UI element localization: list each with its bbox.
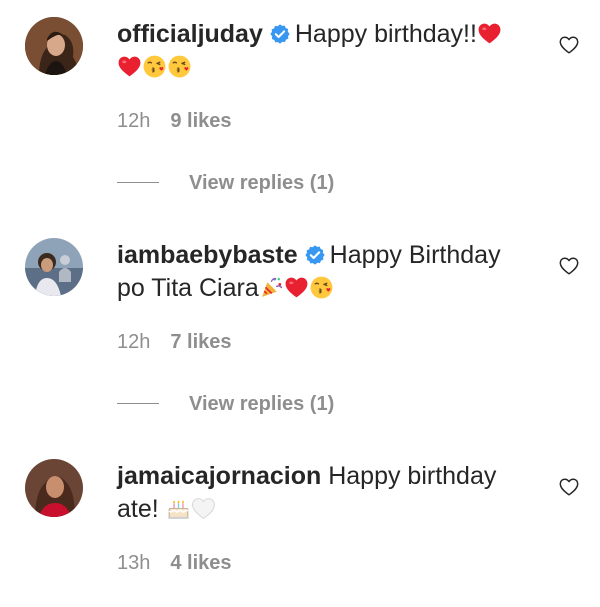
- avatar[interactable]: [25, 17, 83, 75]
- comment-likes[interactable]: 4 likes: [170, 552, 231, 574]
- comment-time: 13h: [117, 552, 151, 574]
- view-replies-label: View replies (1): [189, 172, 335, 194]
- comment-time: 12h: [117, 110, 151, 132]
- replies-divider: [117, 403, 159, 404]
- like-comment-icon[interactable]: [558, 476, 580, 498]
- comment-text: officialjuday Happy birthday!!: [117, 18, 537, 84]
- comment-likes[interactable]: 9 likes: [170, 110, 231, 132]
- replies-divider: [117, 182, 159, 183]
- red-heart-icon: [477, 21, 502, 46]
- comment-message: Happy Birthday: [329, 241, 501, 269]
- like-comment-icon[interactable]: [558, 255, 580, 277]
- verified-badge-icon: [304, 244, 326, 266]
- face-blowing-kiss-icon: [142, 54, 167, 79]
- comment-message: Happy birthday!!: [294, 20, 477, 48]
- red-heart-icon: [284, 275, 309, 300]
- avatar[interactable]: [25, 459, 83, 517]
- like-comment-icon[interactable]: [558, 34, 580, 56]
- party-popper-icon: [259, 275, 284, 300]
- view-replies-button[interactable]: View replies (1): [117, 171, 334, 195]
- comment-likes[interactable]: 7 likes: [170, 331, 231, 353]
- white-heart-icon: [191, 496, 216, 521]
- birthday-cake-icon: [166, 496, 191, 521]
- view-replies-button[interactable]: View replies (1): [117, 392, 334, 416]
- view-replies-label: View replies (1): [189, 393, 335, 415]
- comment-message-continued: ate!: [117, 495, 159, 523]
- comment-message-continued: po Tita Ciara: [117, 274, 259, 302]
- verified-badge-icon: [269, 23, 291, 45]
- username-link[interactable]: officialjuday: [117, 20, 263, 48]
- username-link[interactable]: jamaicajornacion: [117, 462, 321, 490]
- comment-time: 12h: [117, 331, 151, 353]
- comment-meta: 12h 9 likes: [117, 109, 232, 133]
- comment-meta: 12h 7 likes: [117, 330, 232, 354]
- face-blowing-kiss-icon: [309, 275, 334, 300]
- comment-meta: 13h 4 likes: [117, 551, 232, 575]
- comment-text: jamaicajornacion Happy birthday ate!: [117, 460, 537, 526]
- username-link[interactable]: iambaebybaste: [117, 241, 298, 269]
- avatar[interactable]: [25, 238, 83, 296]
- face-blowing-kiss-icon: [167, 54, 192, 79]
- comment-message: Happy birthday: [328, 462, 497, 490]
- comment-text: iambaebybaste Happy Birthday po Tita Ciar…: [117, 239, 537, 305]
- red-heart-icon: [117, 54, 142, 79]
